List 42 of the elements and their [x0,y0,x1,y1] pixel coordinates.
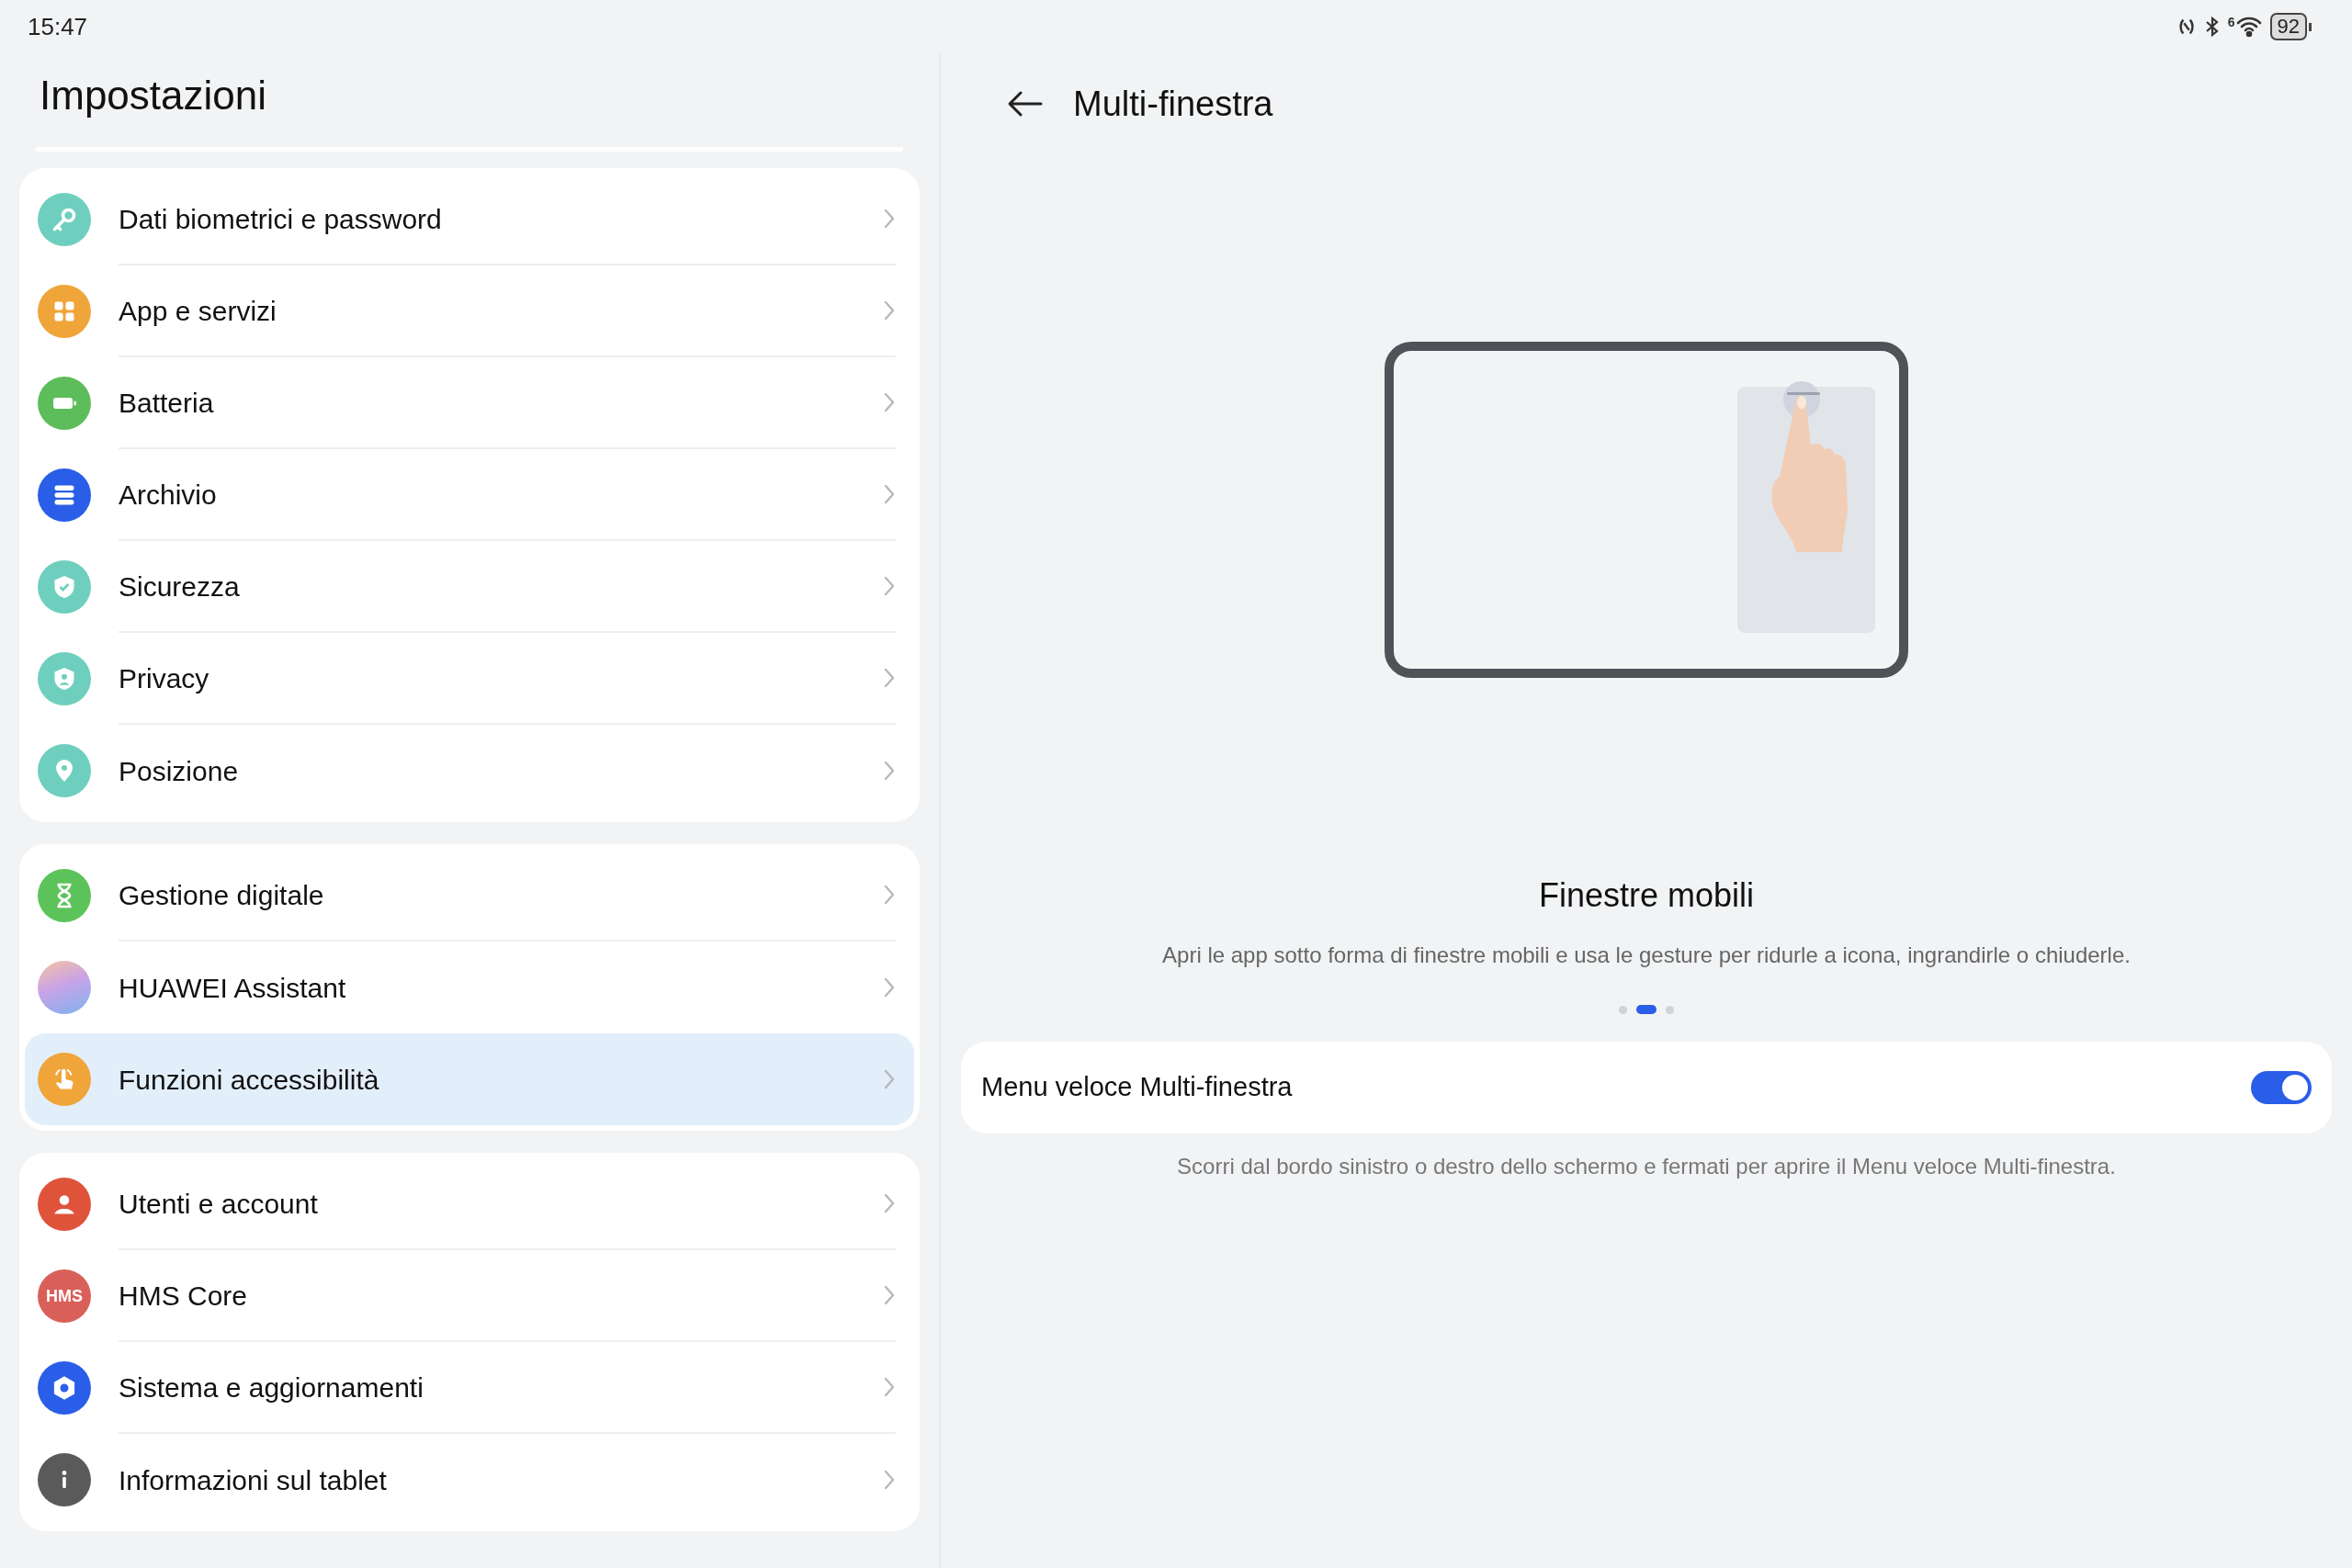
status-time: 15:47 [28,11,88,42]
item-label: Dati biometrici e password [119,202,442,236]
item-label: Batteria [119,386,214,420]
page-title: Multi-finestra [1073,83,1273,125]
item-label: Sistema e aggiornamenti [119,1371,424,1404]
setting-hint: Scorri dal bordo sinistro o destro dello schermo e fermati per aprire il Menu veloce Multi-finestra. [1177,1153,2116,1180]
item-label: App e servizi [119,294,277,328]
item-label: HUAWEI Assistant [119,971,346,1005]
sidebar-title: Impostazioni [40,72,267,119]
setting-label: Menu veloce Multi-finestra [981,1071,1293,1104]
back-arrow-icon [1007,90,1044,118]
chevron-icon [883,575,896,597]
wifi-generation-label: 6 [2227,16,2235,28]
toggle-switch[interactable] [2251,1071,2312,1104]
item-label: Informazioni sul tablet [119,1463,387,1497]
chevron-icon [883,1192,896,1214]
chevron-icon [883,976,896,998]
feature-description: Apri le app sotto forma di finestre mobili e usa le gesture per ridurle a icona, ingrandirle o chiuderle. [1162,942,2131,969]
item-label: Gestione digitale [119,878,324,912]
item-label: Posizione [119,754,239,788]
feature-title: Finestre mobili [1538,875,1755,916]
item-label: Funzioni accessibilità [119,1063,379,1097]
chevron-icon [883,667,896,689]
item-label: Utenti e account [119,1187,318,1221]
item-label: Privacy [119,661,209,695]
chevron-icon [883,1469,896,1491]
chevron-icon [883,299,896,321]
chevron-icon [883,760,896,782]
chevron-icon [883,884,896,906]
settings-item[interactable]: Funzioni accessibilità [25,1033,914,1125]
chevron-icon [883,483,896,505]
chevron-icon [883,1068,896,1090]
chevron-icon [883,391,896,413]
hms-icon: HMS [38,1269,91,1323]
item-label: HMS Core [119,1279,248,1313]
chevron-icon [883,208,896,230]
chevron-icon [883,1284,896,1306]
wifi-icon [2234,16,2263,38]
battery-level: 92 [2269,13,2307,40]
item-label: Sicurezza [119,570,240,604]
item-label: Archivio [119,478,217,512]
chevron-icon [883,1376,896,1398]
